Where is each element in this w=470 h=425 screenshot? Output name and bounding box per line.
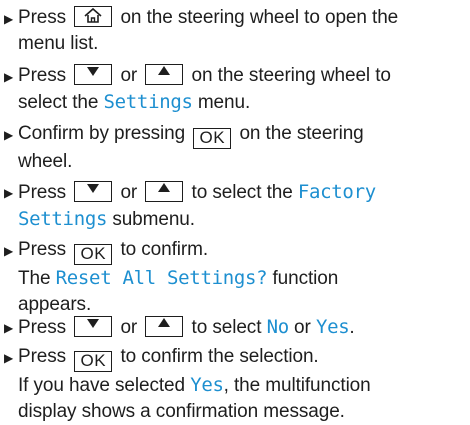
step-text: to confirm the selection. [120, 346, 319, 367]
down-arrow-icon [87, 67, 100, 76]
down-arrow-icon [87, 319, 100, 328]
menu-name-factory: Factory [297, 181, 376, 203]
down-key [74, 316, 113, 337]
option-yes: Yes [315, 316, 350, 338]
step-text: to select [191, 317, 262, 338]
up-arrow-icon [158, 66, 171, 75]
menu-name-settings: Settings [103, 91, 193, 113]
bullet-icon: ▶ [4, 244, 14, 258]
up-key [145, 181, 184, 202]
step-text: , the multifunction [223, 375, 371, 396]
step-text: . [349, 317, 355, 338]
step-text: or [294, 317, 311, 338]
step-text: display shows a confirmation message. [18, 401, 345, 422]
option-no: No [266, 316, 290, 338]
step-text: submenu. [112, 209, 195, 230]
step-5: ▶ Press OK to confirm. The Reset All Set… [4, 237, 468, 318]
step-text: Press [18, 346, 67, 367]
up-arrow-icon [158, 183, 171, 192]
step-4: ▶ Press or to select the Factory Setting… [4, 179, 468, 233]
home-icon [84, 7, 102, 23]
step-text: to select the [191, 182, 293, 203]
step-text: to confirm. [120, 239, 209, 260]
bullet-icon: ▶ [4, 128, 14, 142]
step-text: menu. [197, 92, 251, 113]
ok-key: OK [74, 244, 113, 265]
step-text: Press [18, 182, 67, 203]
step-2: ▶ Press or on the steering wheel to sele… [4, 63, 468, 116]
bullet-icon: ▶ [4, 321, 14, 335]
down-arrow-icon [87, 184, 100, 193]
step-text: appears. [18, 294, 92, 315]
down-key [74, 64, 113, 85]
step-text: or [120, 182, 138, 203]
step-text: Press [18, 65, 67, 86]
step-text: or [120, 317, 138, 338]
step-text: menu list. [18, 33, 99, 54]
step-text: or [120, 65, 138, 86]
step-text: If you have selected [18, 375, 185, 396]
step-text: Press [18, 317, 67, 338]
bullet-icon: ▶ [4, 12, 14, 26]
function-name-reset: Reset All Settings? [55, 267, 268, 289]
ok-key: OK [74, 351, 113, 372]
bullet-icon: ▶ [4, 186, 14, 200]
step-text: Press [18, 239, 67, 260]
menu-name-settings: Settings [18, 208, 108, 230]
step-text: Press [18, 7, 67, 28]
step-text: on the steering wheel to [191, 65, 391, 86]
step-1: ▶ Press on the steering wheel to open th… [4, 5, 468, 57]
step-text: on the steering wheel to open the [120, 7, 399, 28]
step-text: wheel. [18, 151, 73, 172]
step-3: ▶ Confirm by pressing OK on the steering… [4, 121, 468, 175]
up-arrow-icon [158, 318, 171, 327]
step-text: Confirm by pressing [18, 123, 186, 144]
ok-key: OK [193, 128, 232, 149]
step-text: function [272, 268, 339, 289]
step-text: on the steering [239, 123, 364, 144]
home-key [74, 6, 113, 27]
step-text: select the [18, 92, 99, 113]
up-key [145, 316, 184, 337]
instruction-document: ▶ Press on the steering wheel to open th… [0, 0, 470, 422]
up-key [145, 64, 184, 85]
step-6: ▶ Press or to select No or Yes. [4, 314, 468, 341]
step-text: The [18, 268, 51, 289]
bullet-icon: ▶ [4, 70, 14, 84]
down-key [74, 181, 113, 202]
bullet-icon: ▶ [4, 351, 14, 365]
option-yes: Yes [190, 374, 224, 396]
step-7: ▶ Press OK to confirm the selection. If … [4, 344, 468, 425]
